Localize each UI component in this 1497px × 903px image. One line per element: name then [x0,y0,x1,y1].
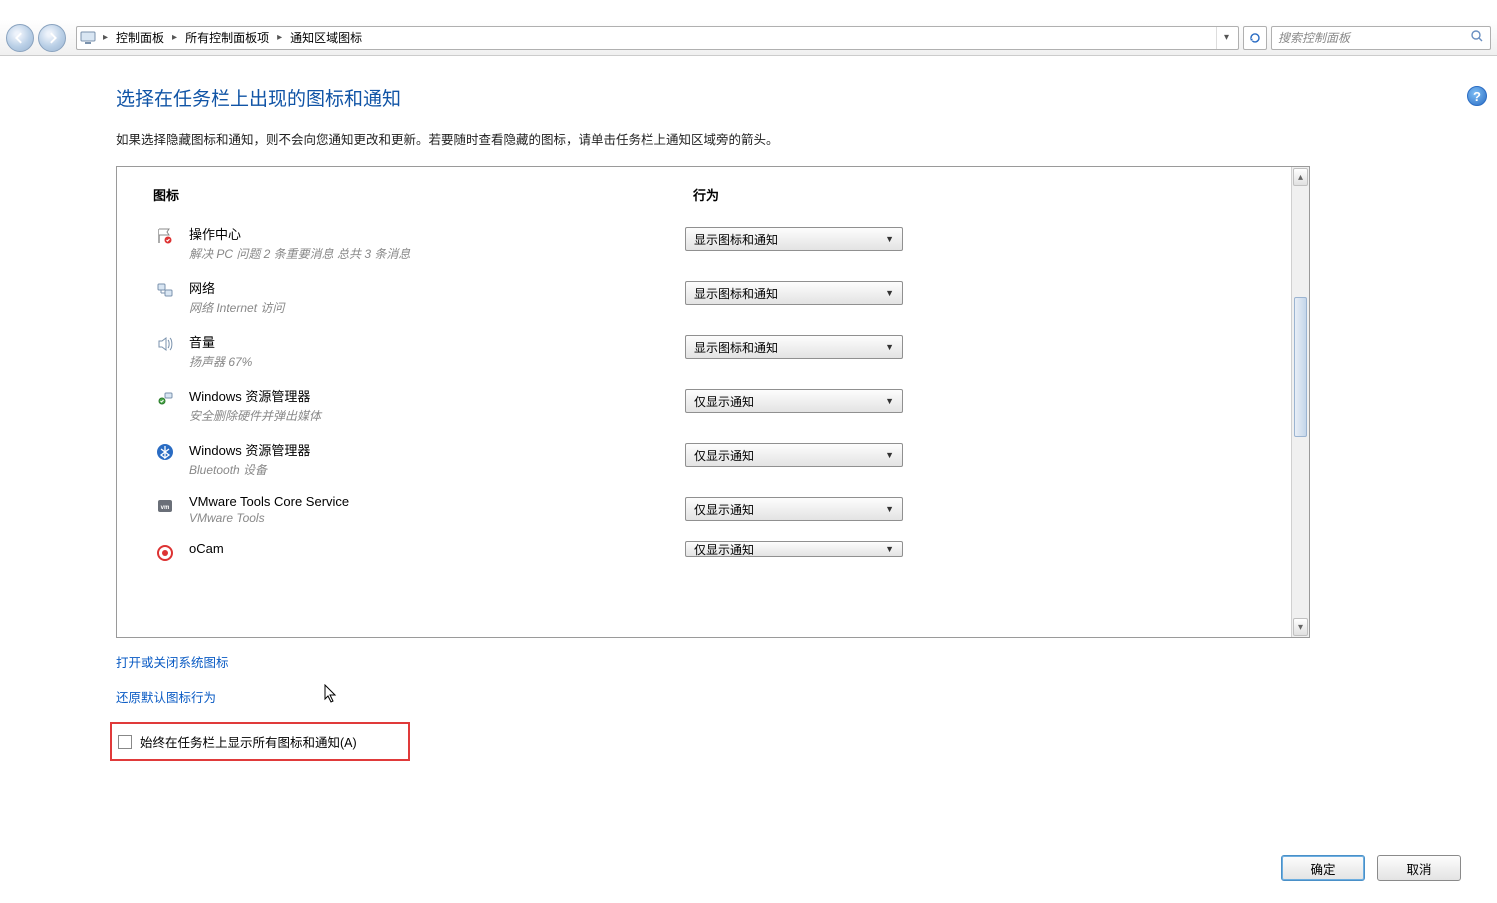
breadcrumb-item[interactable]: 通知区域图标 [286,29,366,46]
item-title: oCam [189,541,685,556]
page-title: 选择在任务栏上出现的图标和通知 [116,84,1485,111]
address-bar[interactable]: ▸ 控制面板 ▸ 所有控制面板项 ▸ 通知区域图标 ▾ [76,26,1239,50]
behavior-select[interactable]: 显示图标和通知 [685,281,903,305]
monitor-icon [77,31,99,45]
always-show-checkbox[interactable] [118,735,132,749]
behavior-select[interactable]: 仅显示通知 [685,389,903,413]
behavior-select[interactable]: 仅显示通知 [685,541,903,557]
behavior-select[interactable]: 仅显示通知 [685,497,903,521]
list-item: 网络 网络 Internet 访问 显示图标和通知 [117,270,1291,324]
item-title: Windows 资源管理器 [189,440,685,459]
item-title: 操作中心 [189,224,685,243]
cancel-button[interactable]: 取消 [1377,855,1461,881]
list-item: Windows 资源管理器 安全删除硬件并弹出媒体 仅显示通知 [117,378,1291,432]
footer-buttons: 确定 取消 [1281,855,1461,881]
breadcrumb-chevron: ▸ [273,32,286,43]
speaker-icon [153,332,177,356]
eject-icon [153,386,177,410]
item-title: VMware Tools Core Service [189,494,685,509]
always-show-label: 始终在任务栏上显示所有图标和通知(A) [140,732,357,751]
list-header: 图标 行为 [117,167,1291,216]
refresh-button[interactable] [1243,26,1267,50]
page-description: 如果选择隐藏图标和通知，则不会向您通知更改和更新。若要随时查看隐藏的图标，请单击… [116,129,1485,148]
column-header-icon: 图标 [153,185,693,204]
behavior-select[interactable]: 显示图标和通知 [685,227,903,251]
help-button[interactable]: ? [1467,86,1487,106]
vmware-icon: vm [153,494,177,518]
item-title: 网络 [189,278,685,297]
list-item: oCam 仅显示通知 [117,533,1291,573]
toolbar: ▸ 控制面板 ▸ 所有控制面板项 ▸ 通知区域图标 ▾ 搜索控制面板 [0,20,1497,56]
address-dropdown[interactable]: ▾ [1216,27,1236,49]
restore-defaults-link[interactable]: 还原默认图标行为 [116,687,1485,706]
scroll-down-button[interactable]: ▾ [1293,618,1308,636]
record-icon [153,541,177,565]
behavior-select[interactable]: 仅显示通知 [685,443,903,467]
scroll-up-button[interactable]: ▴ [1293,168,1308,186]
search-input[interactable]: 搜索控制面板 [1271,26,1491,50]
item-title: Windows 资源管理器 [189,386,685,405]
breadcrumb-chevron: ▸ [99,32,112,43]
scroll-thumb[interactable] [1294,297,1307,437]
item-subtitle: 网络 Internet 访问 [189,299,685,316]
item-subtitle: VMware Tools [189,511,685,525]
item-subtitle: 扬声器 67% [189,353,685,370]
network-icon [153,278,177,302]
flag-icon [153,224,177,248]
nav-forward-button[interactable] [38,24,66,52]
breadcrumb-item[interactable]: 控制面板 [112,29,168,46]
item-subtitle: Bluetooth 设备 [189,461,685,478]
search-icon [1470,29,1484,46]
icon-list-frame: 图标 行为 操作中心 解决 PC 问题 2 条重要消息 总共 3 条消息 显示图… [116,166,1310,638]
ok-button[interactable]: 确定 [1281,855,1365,881]
breadcrumb-chevron: ▸ [168,32,181,43]
bluetooth-icon [153,440,177,464]
list-item: 音量 扬声器 67% 显示图标和通知 [117,324,1291,378]
item-subtitle: 解决 PC 问题 2 条重要消息 总共 3 条消息 [189,245,685,262]
breadcrumb-item[interactable]: 所有控制面板项 [181,29,273,46]
always-show-row[interactable]: 始终在任务栏上显示所有图标和通知(A) [110,722,410,761]
column-header-behavior: 行为 [693,185,1291,204]
item-subtitle: 安全删除硬件并弹出媒体 [189,407,685,424]
scrollbar[interactable]: ▴ ▾ [1291,167,1309,637]
list-item: vm VMware Tools Core Service VMware Tool… [117,486,1291,533]
svg-text:vm: vm [161,505,170,511]
list-item: 操作中心 解决 PC 问题 2 条重要消息 总共 3 条消息 显示图标和通知 [117,216,1291,270]
list-item: Windows 资源管理器 Bluetooth 设备 仅显示通知 [117,432,1291,486]
system-icons-link[interactable]: 打开或关闭系统图标 [116,652,1485,671]
item-title: 音量 [189,332,685,351]
nav-back-button[interactable] [6,24,34,52]
search-placeholder: 搜索控制面板 [1278,29,1350,46]
behavior-select[interactable]: 显示图标和通知 [685,335,903,359]
